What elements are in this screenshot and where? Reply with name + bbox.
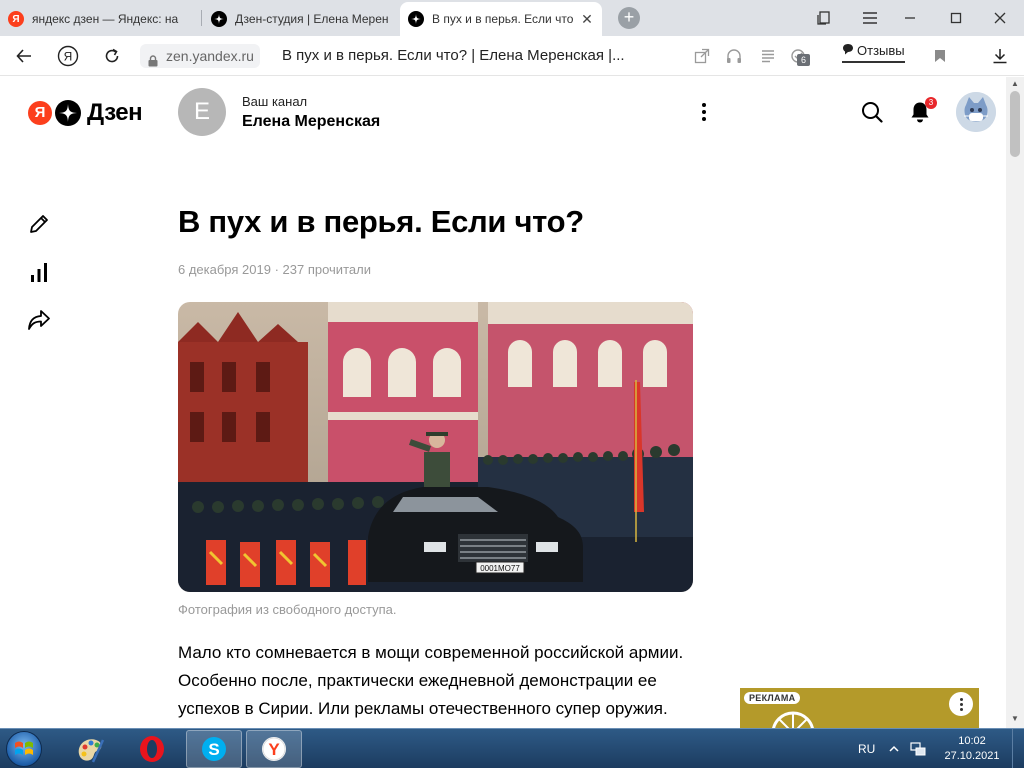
article-photo[interactable]: 0001МО77: [178, 302, 693, 592]
maximize-icon[interactable]: [943, 6, 969, 30]
taskbar-clock[interactable]: 10:02 27.10.2021: [936, 734, 1008, 764]
zen-logo-text: Дзен: [87, 99, 143, 126]
url-domain-text: zen.yandex.ru: [166, 48, 254, 64]
plus-icon[interactable]: +: [618, 7, 640, 29]
share-link-icon[interactable]: [692, 46, 712, 66]
yandex-home-icon[interactable]: Я: [56, 44, 80, 68]
reload-icon[interactable]: [100, 44, 124, 68]
tab-zen-studio[interactable]: Дзен-студия | Елена Мерен: [203, 2, 397, 36]
zen-icon: [408, 11, 424, 27]
lock-icon[interactable]: [148, 50, 158, 74]
tab-title: В пух и в перья. Если что: [432, 12, 574, 26]
zen-logo[interactable]: Я Дзен: [28, 99, 143, 127]
article-meta: 6 декабря 2019 · 237 прочитали: [178, 262, 371, 277]
ad-wheel-icon: [772, 711, 814, 728]
tab-yandex-search[interactable]: Я яндекс дзен — Яндекс: на: [0, 2, 200, 36]
yandex-icon: Я: [8, 11, 24, 27]
svg-text:S: S: [208, 740, 219, 759]
ad-more-options-icon[interactable]: [949, 692, 973, 716]
article-body: Мало кто сомневается в мощи современной …: [178, 643, 684, 718]
page-scrollbar[interactable]: ▲ ▼: [1006, 77, 1024, 728]
download-icon[interactable]: [990, 46, 1010, 66]
scroll-up-icon[interactable]: ▲: [1010, 80, 1020, 88]
zen-icon: [211, 11, 227, 27]
more-options-icon[interactable]: [694, 99, 714, 125]
clock-time: 10:02: [958, 735, 986, 747]
scroll-thumb[interactable]: [1010, 91, 1020, 157]
ad-label: РЕКЛАМА: [744, 692, 801, 704]
back-icon[interactable]: [12, 44, 36, 68]
reader-mode-icon[interactable]: [758, 46, 778, 66]
license-plate: 0001МО77: [480, 564, 520, 573]
photo-caption: Фотография из свободного доступа.: [178, 602, 397, 617]
opera-icon[interactable]: [124, 730, 180, 768]
skype-icon[interactable]: S: [186, 730, 242, 768]
paint-icon[interactable]: [62, 730, 118, 768]
tab-divider: [201, 10, 202, 26]
network-icon[interactable]: [910, 729, 926, 768]
channel-caption: Ваш канал: [242, 94, 308, 109]
chat-bubble-icon: [842, 42, 854, 60]
ad-banner[interactable]: РЕКЛАМА: [740, 688, 979, 728]
zen-page: Я Дзен Е Ваш канал Елена Меренская 3 В п…: [0, 77, 1006, 728]
headphones-icon[interactable]: [724, 46, 744, 66]
channel-name[interactable]: Елена Меренская: [242, 113, 380, 131]
scroll-down-icon[interactable]: ▼: [1010, 715, 1020, 723]
user-avatar[interactable]: [956, 92, 996, 132]
windows-taskbar: S Y RU 10:02 27.10.2021: [0, 728, 1024, 768]
windows-logo-icon: [15, 741, 33, 755]
notifications-badge: 3: [925, 97, 937, 109]
window-close-icon[interactable]: [987, 6, 1013, 30]
collections-icon[interactable]: [811, 6, 837, 30]
minimize-icon[interactable]: [897, 6, 923, 30]
clock-date: 27.10.2021: [944, 750, 1000, 762]
yandex-logo-icon: Я: [28, 101, 52, 125]
extensions-count-badge: 6: [797, 54, 810, 66]
article-title: В пух и в перья. Если что?: [178, 204, 584, 239]
bookmark-icon[interactable]: [930, 46, 950, 66]
menu-icon[interactable]: [857, 6, 883, 30]
edit-pencil-icon[interactable]: [26, 211, 52, 237]
channel-avatar[interactable]: Е: [178, 88, 226, 136]
yandex-browser-icon[interactable]: Y: [246, 730, 302, 768]
zen-star-icon: [55, 100, 81, 126]
url-domain[interactable]: zen.yandex.ru: [140, 44, 260, 68]
svg-text:Y: Y: [268, 740, 280, 759]
start-button[interactable]: [6, 731, 42, 767]
tab-title: яндекс дзен — Яндекс: на: [32, 12, 179, 26]
url-page-title[interactable]: В пух и в перья. Если что? | Елена Мерен…: [282, 44, 662, 68]
reviews-button[interactable]: Отзывы: [842, 42, 905, 63]
statistics-icon[interactable]: [26, 259, 52, 285]
svg-text:Я: Я: [64, 50, 73, 64]
show-desktop-button[interactable]: [1012, 729, 1024, 768]
tab-title: Дзен-студия | Елена Мерен: [235, 12, 389, 26]
search-icon[interactable]: [859, 99, 885, 125]
share-icon[interactable]: [26, 307, 52, 333]
tray-arrow-icon[interactable]: [888, 729, 900, 768]
close-tab-icon[interactable]: ✕: [580, 11, 594, 28]
reviews-label: Отзывы: [857, 43, 905, 58]
language-indicator[interactable]: RU: [858, 729, 875, 768]
browser-tab-bar: Я яндекс дзен — Яндекс: на Дзен-студия |…: [0, 0, 1024, 36]
address-bar: Я zen.yandex.ru В пух и в перья. Если чт…: [0, 36, 1024, 76]
tab-article-active[interactable]: В пух и в перья. Если что ✕: [400, 2, 602, 36]
